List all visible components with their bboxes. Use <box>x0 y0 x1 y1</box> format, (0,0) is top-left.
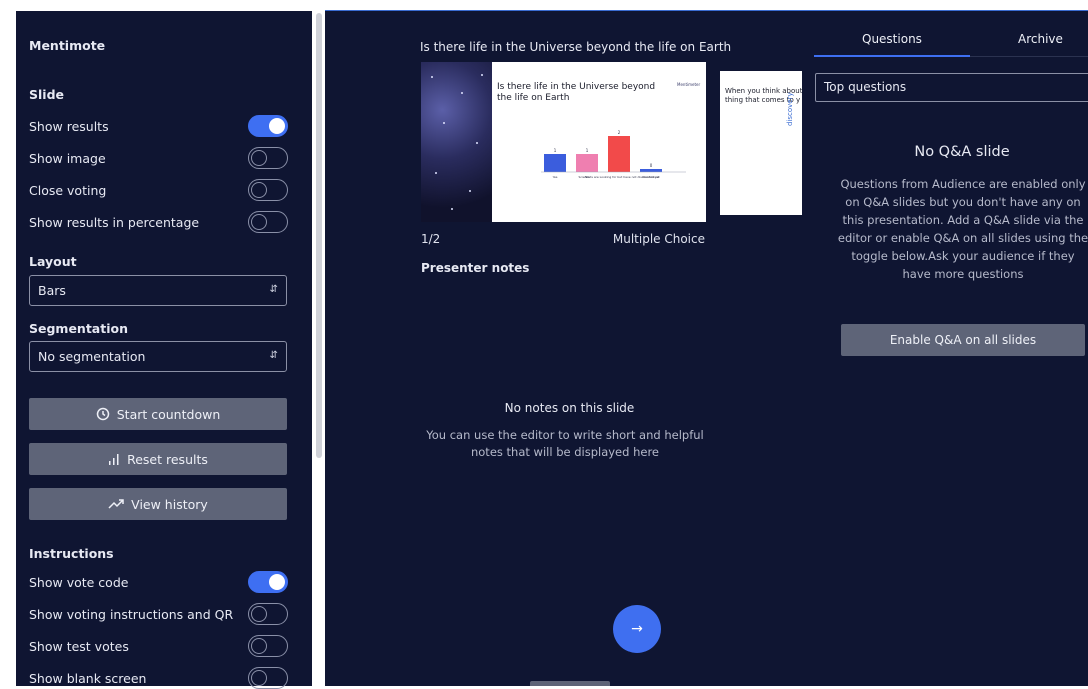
instructions-heading: Instructions <box>29 546 114 561</box>
active-tab-indicator <box>814 55 970 57</box>
show-image-toggle[interactable] <box>248 147 288 169</box>
space-image <box>421 62 492 222</box>
select-caret-icon: ⇵ <box>269 350 278 361</box>
show-image-label: Show image <box>29 151 106 166</box>
chart-bar <box>608 136 630 172</box>
show-results-percentage-toggle[interactable] <box>248 211 288 233</box>
presenter-view: Is there life in the Universe beyond the… <box>325 11 814 686</box>
toggle-knob <box>251 670 267 686</box>
toggle-knob <box>269 118 285 134</box>
qa-panel: Questions Archive Top questions No Q&A s… <box>814 11 1088 686</box>
toggle-knob <box>269 574 285 590</box>
close-voting-toggle[interactable] <box>248 179 288 201</box>
chart-value-label: 1 <box>586 148 589 153</box>
qa-empty-title: No Q&A slide <box>914 144 1010 160</box>
notes-empty-title: No notes on this slide <box>504 401 635 415</box>
view-history-label: View history <box>131 496 208 512</box>
qa-empty-body: Questions from Audience are enabled only… <box>837 177 1088 281</box>
chart-bar <box>576 154 598 172</box>
questions-filter-value: Top questions <box>824 80 907 94</box>
layout-select[interactable]: Bars ⇵ <box>29 275 287 306</box>
show-results-label: Show results <box>29 119 109 134</box>
arrow-right-icon: → <box>631 621 643 637</box>
toggle-knob <box>251 606 267 622</box>
results-bar-chart: 1Yes1No2Scientists are Looking for but h… <box>541 130 686 179</box>
current-slide-thumbnail[interactable]: Is there life in the Universe beyond the… <box>421 62 706 222</box>
show-voting-instructions-toggle[interactable] <box>248 603 288 625</box>
control-sidebar: Mentimote Slide Show results Show image … <box>16 11 312 689</box>
chart-bar <box>640 169 662 172</box>
slide-type: Multiple Choice <box>612 232 705 246</box>
mentimeter-logo: Mentimeter <box>677 82 701 87</box>
chart-value-label: 2 <box>618 130 621 135</box>
slide-heading: Is there life in the Universe beyond the… <box>497 82 656 103</box>
close-voting-label: Close voting <box>29 183 107 198</box>
presenter-notes-heading: Presenter notes <box>421 261 530 275</box>
next-slide-button[interactable]: → <box>613 605 661 653</box>
next-slide-thumbnail[interactable]: When you think about thing that comes to… <box>720 71 802 215</box>
app-title: Mentimote <box>29 38 106 53</box>
toggle-knob <box>251 182 267 198</box>
next-slide-side-text: discovery <box>786 92 794 126</box>
segmentation-select-value: No segmentation <box>38 349 146 364</box>
slide-section-heading: Slide <box>29 87 64 102</box>
view-history-button[interactable]: View history <box>29 488 287 520</box>
presentation-title: Is there life in the Universe beyond the… <box>420 40 732 54</box>
chart-value-label: 1 <box>554 148 557 153</box>
show-results-percentage-label: Show results in percentage <box>29 215 200 230</box>
trend-icon <box>108 499 124 509</box>
bottom-drawer-handle[interactable] <box>530 681 610 686</box>
scrollbar-thumb[interactable] <box>316 13 322 458</box>
show-test-votes-toggle[interactable] <box>248 635 288 657</box>
clock-icon <box>96 407 109 421</box>
show-blank-screen-label: Show blank screen <box>29 671 147 686</box>
reset-results-label: Reset results <box>127 451 208 467</box>
reset-results-button[interactable]: Reset results <box>29 443 287 475</box>
questions-filter-select[interactable]: Top questions <box>815 73 1088 102</box>
toggle-knob <box>251 150 267 166</box>
chart-value-label: 0 <box>650 163 653 168</box>
show-test-votes-label: Show test votes <box>29 639 129 654</box>
chart-category-label: Yes <box>553 175 558 179</box>
show-voting-instructions-label: Show voting instructions and QR <box>29 607 234 622</box>
start-countdown-label: Start countdown <box>116 406 221 422</box>
sidebar-scrollbar[interactable] <box>314 11 324 686</box>
chart-bar <box>544 154 566 172</box>
chart-category-label: Don't know <box>643 175 660 179</box>
show-results-toggle[interactable] <box>248 115 288 137</box>
slide-counter: 1/2 <box>421 232 441 246</box>
segmentation-select[interactable]: No segmentation ⇵ <box>29 341 287 372</box>
layout-heading: Layout <box>29 254 77 269</box>
start-countdown-button[interactable]: Start countdown <box>29 398 287 430</box>
toggle-knob <box>251 638 267 654</box>
segmentation-heading: Segmentation <box>29 321 128 336</box>
show-vote-code-toggle[interactable] <box>248 571 288 593</box>
notes-empty-body: You can use the editor to write short an… <box>426 428 704 459</box>
select-caret-icon: ⇵ <box>269 284 278 295</box>
tab-questions[interactable]: Questions <box>862 32 922 46</box>
toggle-knob <box>251 214 267 230</box>
show-vote-code-label: Show vote code <box>29 575 129 590</box>
tab-archive[interactable]: Archive <box>1018 32 1063 46</box>
layout-select-value: Bars <box>38 283 66 298</box>
enable-qa-button[interactable]: Enable Q&A on all slides <box>841 324 1085 356</box>
bar-chart-icon <box>109 454 119 465</box>
